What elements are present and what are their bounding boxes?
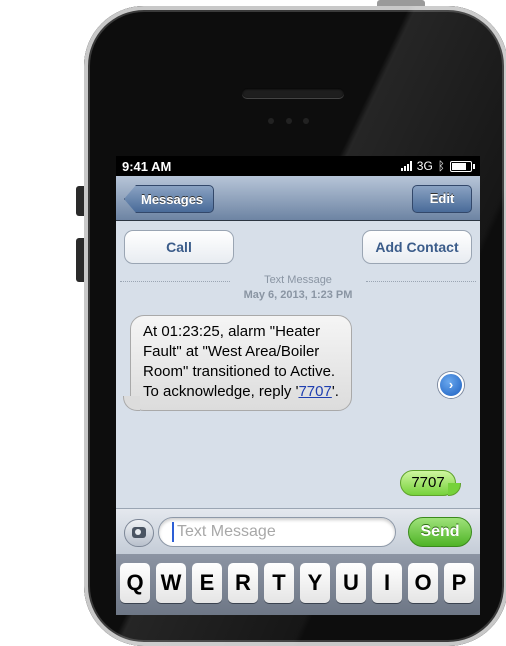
message-input[interactable]: Text Message: [158, 517, 396, 547]
status-bar: 9:41 AM 3G ᛒ: [116, 156, 480, 176]
camera-icon: [132, 527, 146, 538]
phone-screen: 9:41 AM 3G ᛒ Messages Edit Call Add Cont…: [116, 156, 480, 615]
key-w[interactable]: W: [156, 563, 186, 603]
messages-back-button[interactable]: Messages: [124, 185, 215, 213]
key-p[interactable]: P: [444, 563, 474, 603]
key-u[interactable]: U: [336, 563, 366, 603]
status-time: 9:41 AM: [122, 159, 172, 174]
send-button[interactable]: Send: [408, 517, 472, 547]
keyboard: QWERTYUIOP: [116, 554, 480, 615]
outgoing-message-bubble: 7707: [400, 470, 461, 496]
key-e[interactable]: E: [192, 563, 222, 603]
ambient-sensor: [303, 118, 309, 124]
key-o[interactable]: O: [408, 563, 438, 603]
key-i[interactable]: I: [372, 563, 402, 603]
key-q[interactable]: Q: [120, 563, 150, 603]
add-contact-button[interactable]: Add Contact: [362, 230, 472, 264]
chevron-right-icon[interactable]: ›: [438, 372, 464, 398]
message-composer: Text Message Send: [116, 508, 480, 555]
bluetooth-icon: ᛒ: [437, 159, 445, 173]
navigation-bar: Messages Edit: [116, 176, 480, 221]
edit-button[interactable]: Edit: [412, 185, 472, 213]
proximity-sensor: [268, 118, 274, 124]
camera-button[interactable]: [124, 519, 154, 547]
signal-icon: [400, 161, 412, 171]
network-type: 3G: [416, 159, 433, 173]
volume-button: [76, 238, 84, 282]
battery-fill: [452, 162, 467, 170]
message-input-placeholder: Text Message: [177, 523, 276, 540]
outgoing-message-text: 7707: [411, 474, 445, 491]
battery-icon: [450, 160, 475, 172]
text-cursor: [172, 522, 174, 542]
incoming-message-text: At 01:23:25, alarm "Heater Fault" at "We…: [143, 322, 343, 402]
thread-type-label: Text Message: [116, 274, 480, 286]
incoming-message-bubble: At 01:23:25, alarm "Heater Fault" at "We…: [123, 315, 352, 411]
thread-type-text: Text Message: [264, 274, 332, 286]
status-indicators: 3G ᛒ: [400, 159, 475, 173]
key-r[interactable]: R: [228, 563, 258, 603]
incoming-message-suffix: '.: [331, 383, 339, 400]
mute-switch: [76, 186, 84, 216]
key-t[interactable]: T: [264, 563, 294, 603]
earpiece: [242, 88, 344, 98]
call-button[interactable]: Call: [124, 230, 234, 264]
reply-code-link[interactable]: 7707: [298, 383, 331, 400]
key-y[interactable]: Y: [300, 563, 330, 603]
thread-date: May 6, 2013, 1:23 PM: [243, 289, 353, 301]
front-camera: [286, 118, 292, 124]
